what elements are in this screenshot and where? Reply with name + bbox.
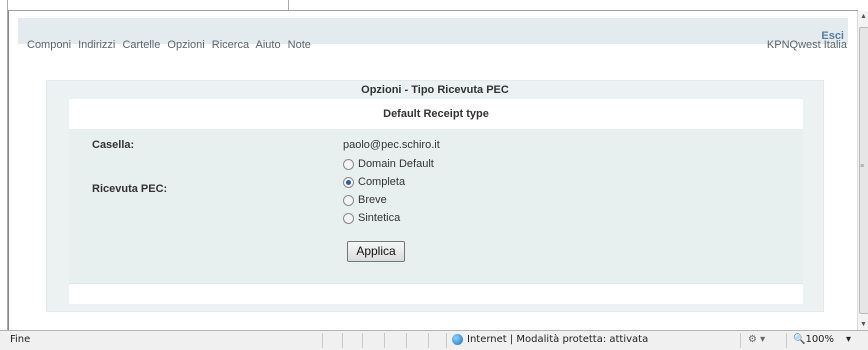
radio-domain-default[interactable]: Domain Default: [343, 157, 434, 171]
page-title: Opzioni - Tipo Ricevuta PEC: [361, 84, 509, 96]
status-bar: Fine Internet | Modalità protetta: attiv…: [0, 330, 868, 350]
left-frame-border: [0, 0, 8, 330]
status-divider: [740, 333, 741, 348]
nav-link-aiuto[interactable]: Aiuto: [256, 39, 281, 51]
radio-completa[interactable]: Completa: [343, 175, 405, 189]
section-title: Default Receipt type: [383, 108, 489, 120]
browser-tab-edge: [8, 0, 289, 10]
settings-dropdown-icon[interactable]: ⚙ ▾: [748, 334, 765, 345]
scrollbar-thumb[interactable]: [859, 27, 868, 314]
main-navigation: Componi Indirizzi Cartelle Opzioni Ricer…: [18, 39, 848, 53]
status-divider: [342, 333, 343, 348]
radio-button-icon[interactable]: [343, 158, 354, 170]
mailbox-label: Casella:: [92, 139, 135, 151]
vertical-scrollbar[interactable]: ▲ ≡ ▼: [857, 11, 868, 330]
radio-button-icon[interactable]: [343, 212, 354, 224]
nav-link-cartelle[interactable]: Cartelle: [122, 39, 160, 51]
nav-link-indirizzi[interactable]: Indirizzi: [78, 39, 115, 51]
radio-breve[interactable]: Breve: [343, 193, 387, 207]
radio-button-icon[interactable]: [343, 194, 354, 206]
status-divider: [362, 333, 363, 348]
divider: [69, 283, 803, 284]
zoom-level: 100%: [805, 334, 835, 345]
status-divider: [786, 333, 787, 348]
radio-label: Breve: [358, 194, 387, 206]
zone-text: Internet | Modalità protetta: attivata: [467, 334, 649, 345]
organization-name: KPNQwest Italia: [766, 39, 847, 51]
nav-link-opzioni[interactable]: Opzioni: [167, 39, 204, 51]
radio-button-selected-icon[interactable]: [343, 176, 354, 188]
nav-link-ricerca[interactable]: Ricerca: [212, 39, 249, 51]
status-divider: [428, 333, 429, 348]
status-divider: [384, 333, 385, 348]
grip-icon: ≡: [860, 163, 865, 170]
receipt-label: Ricevuta PEC:: [92, 183, 168, 195]
globe-icon: [452, 334, 463, 345]
radio-label: Sintetica: [358, 212, 401, 224]
security-zone[interactable]: Internet | Modalità protetta: attivata: [452, 334, 648, 345]
radio-label: Completa: [358, 176, 406, 188]
radio-label: Domain Default: [358, 158, 434, 170]
scroll-down-icon[interactable]: ▼: [860, 321, 867, 328]
radio-sintetica[interactable]: Sintetica: [343, 211, 400, 225]
receipt-form: Casella: paolo@pec.schiro.it Ricevuta PE…: [69, 129, 803, 283]
scroll-up-icon[interactable]: ▲: [860, 13, 867, 20]
status-divider: [406, 333, 407, 348]
options-panel: Opzioni - Tipo Ricevuta PEC Default Rece…: [46, 80, 824, 312]
status-divider: [446, 333, 447, 348]
receipt-settings-box: Default Receipt type Casella: paolo@pec.…: [69, 99, 803, 304]
status-text: Fine: [10, 334, 31, 345]
apply-button[interactable]: Applica: [347, 241, 405, 262]
nav-link-componi[interactable]: Componi: [27, 39, 71, 51]
status-divider: [322, 333, 323, 348]
zoom-dropdown-icon[interactable]: ▾: [846, 334, 851, 345]
mailbox-value: paolo@pec.schiro.it: [343, 139, 440, 151]
zoom-control[interactable]: 🔍100%: [793, 334, 834, 345]
nav-link-note[interactable]: Note: [288, 39, 311, 51]
